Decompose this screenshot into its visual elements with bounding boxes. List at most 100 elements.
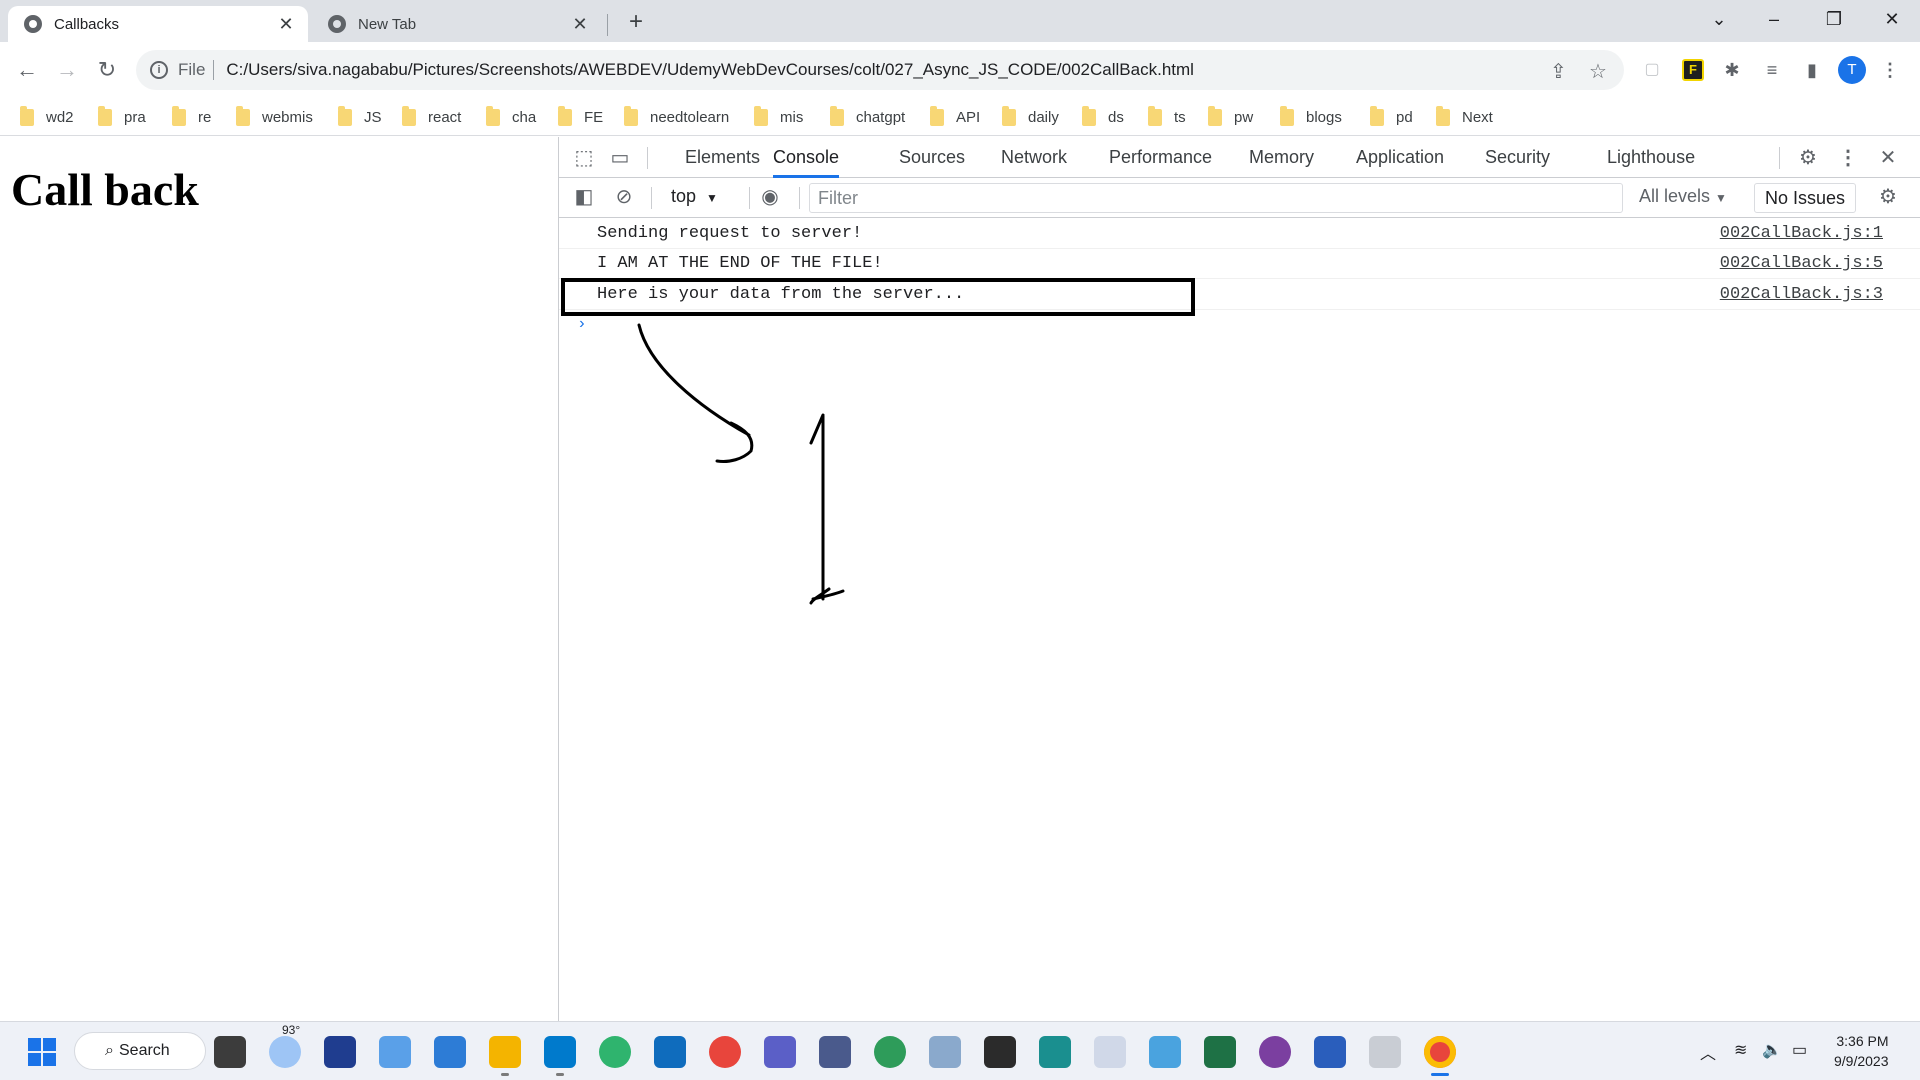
taskbar-search-button[interactable]: ⌕ Search: [74, 1032, 206, 1070]
tab-callbacks[interactable]: Callbacks ✕: [8, 6, 308, 42]
tab-title: Callbacks: [54, 15, 120, 33]
snipping-tool-icon[interactable]: [379, 1036, 411, 1068]
active-indicator: [1431, 1073, 1449, 1076]
bookmark-folder[interactable]: wd2: [20, 104, 74, 130]
bookmark-folder[interactable]: webmis: [236, 104, 313, 130]
clock-time: 3:36 PM: [1836, 1033, 1889, 1049]
bookmark-label: JS: [364, 108, 382, 126]
bookmark-folder[interactable]: ds: [1082, 104, 1124, 130]
bookmark-folder[interactable]: ts: [1148, 104, 1186, 130]
mail-icon[interactable]: [1094, 1036, 1126, 1068]
extensions-puzzle-icon[interactable]: ✱: [1718, 56, 1746, 84]
show-hidden-icons-chevron[interactable]: ︿: [1700, 1040, 1716, 1064]
bookmark-folder[interactable]: chatgpt: [830, 104, 905, 130]
task-view-icon[interactable]: [214, 1036, 246, 1068]
edge-icon[interactable]: [599, 1036, 631, 1068]
excel-icon[interactable]: [1204, 1036, 1236, 1068]
weather-icon[interactable]: [269, 1036, 301, 1068]
extension-blank-icon[interactable]: ▢: [1638, 56, 1666, 84]
weather-app-icon[interactable]: [1149, 1036, 1181, 1068]
restore-button[interactable]: ❐: [1811, 0, 1857, 38]
bookmark-label: cha: [512, 108, 537, 126]
system-clock[interactable]: 3:36 PM 9/9/2023: [1834, 1031, 1889, 1071]
taskbar: ⌕ Search 93° ︿ ≋ 🔈 ▭ 3:36 PM 9/9/2023: [0, 1021, 1920, 1080]
webex-icon[interactable]: [324, 1036, 356, 1068]
minimize-button[interactable]: –: [1751, 0, 1797, 38]
bookmark-star-icon[interactable]: ☆: [1589, 59, 1607, 84]
bookmark-folder[interactable]: cha: [486, 104, 536, 130]
tab-new-tab[interactable]: New Tab ✕: [312, 6, 602, 42]
folder-icon: [1280, 105, 1294, 126]
url-text[interactable]: C:/Users/siva.nagababu/Pictures/Screensh…: [226, 60, 1194, 80]
remote-desktop-icon[interactable]: [819, 1036, 851, 1068]
folder-icon: [1370, 105, 1384, 126]
profile-avatar[interactable]: T: [1838, 56, 1866, 84]
bookmark-label: API: [956, 108, 981, 126]
bookmark-folder[interactable]: mis: [754, 104, 803, 130]
network-globe-icon[interactable]: [874, 1036, 906, 1068]
reading-list-icon[interactable]: ≡: [1758, 56, 1786, 84]
annotation-drawing: [637, 323, 845, 605]
new-tab-button[interactable]: +: [622, 8, 650, 36]
site-info-icon[interactable]: i: [150, 61, 168, 79]
folder-icon: [98, 105, 112, 126]
folder-icon: [338, 105, 352, 126]
bookmark-folder[interactable]: API: [930, 104, 980, 130]
bookmark-folder[interactable]: pd: [1370, 104, 1413, 130]
menu-kebab-icon[interactable]: ⋮: [1876, 56, 1904, 84]
powershell-icon[interactable]: [1314, 1036, 1346, 1068]
folder-icon: [930, 105, 944, 126]
folder-icon: [1002, 105, 1016, 126]
bookmark-folder[interactable]: needtolearn: [624, 104, 729, 130]
close-tab-icon[interactable]: ✕: [570, 14, 590, 35]
wifi-icon[interactable]: ≋: [1734, 1040, 1747, 1060]
battery-icon[interactable]: ▭: [1792, 1040, 1807, 1060]
terminal-icon[interactable]: [984, 1036, 1016, 1068]
bookmark-label: webmis: [262, 108, 313, 126]
file-explorer-icon[interactable]: [489, 1036, 521, 1068]
bookmark-label: ts: [1174, 108, 1186, 126]
bookmark-label: pd: [1396, 108, 1413, 126]
bookmark-folder[interactable]: pra: [98, 104, 146, 130]
bookmark-folder[interactable]: daily: [1002, 104, 1059, 130]
bookmarks-bar: wd2 pra re webmis JS react cha FE needto…: [0, 98, 1920, 136]
address-bar[interactable]: i File C:/Users/siva.nagababu/Pictures/S…: [136, 50, 1624, 90]
bookmark-folder[interactable]: FE: [558, 104, 603, 130]
tab-title: New Tab: [358, 15, 417, 33]
close-window-button[interactable]: ✕: [1869, 0, 1915, 38]
chat-app-icon[interactable]: [1039, 1036, 1071, 1068]
back-button[interactable]: ←: [11, 54, 43, 86]
windows-start-icon[interactable]: [28, 1038, 56, 1066]
resource-monitor-icon[interactable]: [929, 1036, 961, 1068]
close-tab-icon[interactable]: ✕: [276, 14, 296, 35]
bookmark-folder[interactable]: pw: [1208, 104, 1253, 130]
notepad-icon[interactable]: [434, 1036, 466, 1068]
forward-button[interactable]: →: [51, 54, 83, 86]
side-panel-icon[interactable]: ▮: [1798, 56, 1826, 84]
tab-strip: Callbacks ✕ New Tab ✕ + ⌄ – ❐ ✕: [0, 0, 1920, 42]
bookmark-folder[interactable]: Next: [1436, 104, 1493, 130]
github-desktop-icon[interactable]: [1259, 1036, 1291, 1068]
browser-toolbar: ← → ↻ i File C:/Users/siva.nagababu/Pict…: [0, 42, 1920, 98]
folder-icon: [1208, 105, 1222, 126]
bookmark-folder[interactable]: blogs: [1280, 104, 1342, 130]
vscode-icon[interactable]: [544, 1036, 576, 1068]
volume-icon[interactable]: 🔈: [1762, 1040, 1782, 1060]
bookmark-label: daily: [1028, 108, 1059, 126]
bookmark-label: ds: [1108, 108, 1124, 126]
bookmark-folder[interactable]: react: [402, 104, 461, 130]
bookmark-folder[interactable]: JS: [338, 104, 382, 130]
extension-fl-icon[interactable]: F: [1682, 59, 1704, 81]
tab-divider: [607, 14, 608, 36]
teams-icon[interactable]: [764, 1036, 796, 1068]
postman-icon[interactable]: [1369, 1036, 1401, 1068]
tab-search-chevron-icon[interactable]: ⌄: [1696, 0, 1742, 38]
outlook-icon[interactable]: [654, 1036, 686, 1068]
bookmark-folder[interactable]: re: [172, 104, 211, 130]
chrome-icon[interactable]: [709, 1036, 741, 1068]
search-icon: ⌕: [105, 1042, 114, 1059]
clock-date: 9/9/2023: [1834, 1053, 1889, 1069]
share-icon[interactable]: ⇪: [1550, 59, 1567, 84]
reload-button[interactable]: ↻: [91, 54, 123, 86]
chrome-active-icon[interactable]: [1424, 1036, 1456, 1068]
